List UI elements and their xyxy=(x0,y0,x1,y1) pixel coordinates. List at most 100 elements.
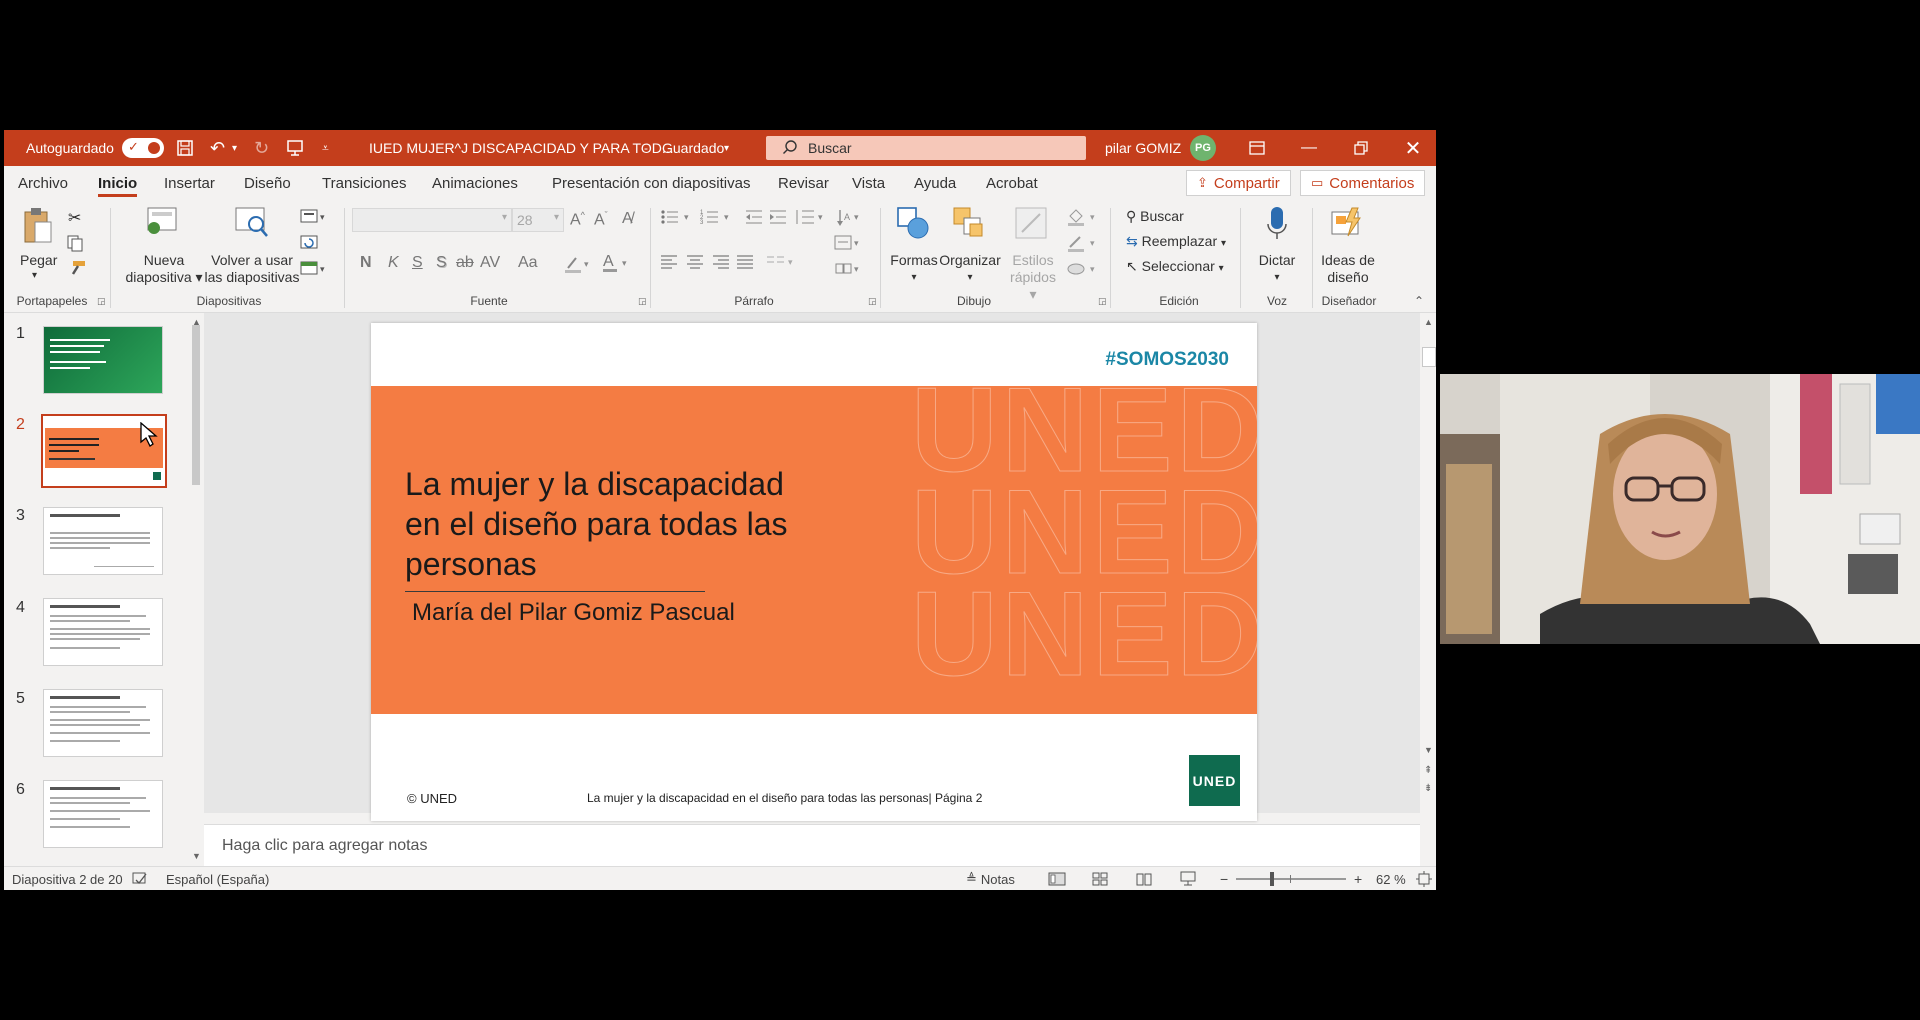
thumbnail-slide-2-selected[interactable] xyxy=(41,414,167,488)
microphone-icon[interactable] xyxy=(1266,206,1288,245)
thumbnails-scrollbar[interactable]: ▲ ▼ xyxy=(188,313,204,866)
thumbnail-slide-3[interactable] xyxy=(43,507,163,575)
strikethrough-button[interactable]: ab xyxy=(456,254,474,272)
font-launcher-icon[interactable]: ◲ xyxy=(638,296,647,307)
font-size-input[interactable]: 28 ▾ xyxy=(512,208,564,232)
tab-ayuda[interactable]: Ayuda xyxy=(914,166,956,200)
columns-icon[interactable]: ▾ xyxy=(766,254,796,273)
customize-toolbar-icon[interactable]: ⩡ xyxy=(322,130,329,166)
shapes-icon[interactable] xyxy=(896,206,930,243)
quick-styles-icon[interactable] xyxy=(1014,206,1048,243)
increase-indent-icon[interactable] xyxy=(768,208,788,229)
italic-button[interactable]: K xyxy=(388,254,399,272)
accessibility-icon[interactable] xyxy=(132,867,148,890)
format-painter-icon[interactable] xyxy=(68,260,86,279)
slide-sorter-icon[interactable] xyxy=(1092,867,1108,890)
shape-fill-icon[interactable]: ▾ xyxy=(1066,208,1100,229)
redo-icon[interactable]: ↻ xyxy=(254,130,269,166)
thumbnail-slide-4[interactable] xyxy=(43,598,163,666)
tab-archivo[interactable]: Archivo xyxy=(18,166,68,200)
thumbnail-slide-1[interactable] xyxy=(43,326,163,394)
smartart-icon[interactable]: ▾ xyxy=(834,260,864,281)
collapse-ribbon-icon[interactable]: ⌃ xyxy=(1414,294,1424,308)
increase-font-icon[interactable]: A^ xyxy=(570,210,585,229)
clipboard-launcher-icon[interactable]: ◲ xyxy=(97,296,106,307)
dictate-button[interactable]: Dictar ▾ xyxy=(1248,252,1306,286)
copy-icon[interactable] xyxy=(66,234,86,255)
spacing-button[interactable]: AV xyxy=(480,254,500,272)
zoom-level[interactable]: 62 % xyxy=(1376,867,1406,890)
language-label[interactable]: Español (España) xyxy=(166,867,269,890)
font-color-icon[interactable]: A ▾ xyxy=(602,252,632,277)
undo-dropdown-icon[interactable]: ▾ xyxy=(232,130,237,166)
tab-insertar[interactable]: Insertar xyxy=(164,166,215,200)
document-title[interactable]: IUED MUJER^J DISCAPACIDAD Y PARA TOD... xyxy=(369,130,674,166)
text-direction-icon[interactable]: A ▾ xyxy=(834,208,864,231)
arrange-button[interactable]: Organizar ▾ xyxy=(936,252,1004,286)
autosave-toggle[interactable]: ✓ xyxy=(122,130,164,166)
decrease-font-icon[interactable]: Aˇ xyxy=(594,210,608,229)
slide-author[interactable]: María del Pilar Gomiz Pascual xyxy=(412,599,735,627)
new-slide-button[interactable]: Nueva diapositiva ▾ xyxy=(114,252,214,286)
bullets-icon[interactable]: ▾ xyxy=(660,208,694,229)
save-icon[interactable] xyxy=(176,130,194,166)
arrange-icon[interactable] xyxy=(952,206,986,243)
zoom-out-icon[interactable]: − xyxy=(1220,867,1228,890)
shape-effects-icon[interactable]: ▾ xyxy=(1066,260,1100,281)
present-icon[interactable] xyxy=(286,130,304,166)
saved-dropdown-icon[interactable]: ▾ xyxy=(724,130,729,166)
user-name[interactable]: pilar GOMIZ xyxy=(1105,130,1181,166)
zoom-in-icon[interactable]: + xyxy=(1354,867,1362,890)
align-left-icon[interactable] xyxy=(660,254,678,273)
cut-icon[interactable]: ✂ xyxy=(68,208,81,228)
find-button[interactable]: ⚲ Buscar xyxy=(1126,208,1184,225)
minimize-icon[interactable]: — xyxy=(1286,130,1332,166)
tab-animaciones[interactable]: Animaciones xyxy=(432,166,518,200)
align-center-icon[interactable] xyxy=(686,254,704,273)
notes-toggle[interactable]: ≜ Notas xyxy=(966,867,1015,890)
align-text-icon[interactable]: ▾ xyxy=(834,234,864,255)
quick-styles-button[interactable]: Estilos rápidos ▾ xyxy=(1006,252,1060,303)
normal-view-icon[interactable] xyxy=(1048,867,1066,890)
restore-icon[interactable] xyxy=(1338,130,1384,166)
shapes-button[interactable]: Formas ▾ xyxy=(886,252,942,286)
slide-scrollbar[interactable]: ▲ ▼ ⇞ ⇟ xyxy=(1420,313,1436,813)
reuse-slides-icon[interactable] xyxy=(234,206,270,241)
shape-outline-icon[interactable]: ▾ xyxy=(1066,234,1100,255)
slideshow-icon[interactable] xyxy=(1180,867,1196,890)
saved-status[interactable]: Guardado xyxy=(662,130,724,166)
shadow-button[interactable]: S xyxy=(436,254,447,272)
bold-button[interactable]: N xyxy=(360,254,372,272)
section-icon[interactable]: ▾ xyxy=(300,260,328,279)
share-button[interactable]: ⇪ Compartir xyxy=(1186,170,1291,196)
align-right-icon[interactable] xyxy=(712,254,730,273)
slide-title[interactable]: La mujer y la discapacidad en el diseño … xyxy=(405,464,825,584)
new-slide-icon[interactable] xyxy=(146,206,180,239)
clear-format-icon[interactable]: A̸ xyxy=(622,210,633,228)
tab-diseno[interactable]: Diseño xyxy=(244,166,291,200)
thumbnail-slide-5[interactable] xyxy=(43,689,163,757)
tab-transiciones[interactable]: Transiciones xyxy=(322,166,406,200)
slide-2[interactable]: #SOMOS2030 UNED UNED UNED La mujer y la … xyxy=(371,323,1257,821)
layout-icon[interactable]: ▾ xyxy=(300,208,328,227)
paragraph-launcher-icon[interactable]: ◲ xyxy=(868,296,877,307)
notes-pane[interactable]: Haga clic para agregar notas xyxy=(204,824,1420,867)
change-case-button[interactable]: Aa xyxy=(518,254,538,272)
numbering-icon[interactable]: 1 2 3 ▾ xyxy=(700,208,734,229)
underline-button[interactable]: S xyxy=(412,254,423,272)
comments-button[interactable]: ▭ Comentarios xyxy=(1300,170,1426,196)
search-box[interactable]: Buscar xyxy=(766,136,1086,160)
justify-icon[interactable] xyxy=(736,254,754,273)
design-ideas-icon[interactable] xyxy=(1330,206,1366,243)
paste-icon[interactable] xyxy=(22,206,54,249)
paste-label[interactable]: Pegar xyxy=(20,252,57,269)
design-ideas-button[interactable]: Ideas de diseño xyxy=(1316,252,1380,286)
drawing-launcher-icon[interactable]: ◲ xyxy=(1098,296,1107,307)
font-name-input[interactable]: ▾ xyxy=(352,208,512,232)
tab-vista[interactable]: Vista xyxy=(852,166,885,200)
tab-revisar[interactable]: Revisar xyxy=(778,166,829,200)
line-spacing-icon[interactable]: ▾ xyxy=(794,208,828,229)
ribbon-display-icon[interactable] xyxy=(1234,130,1280,166)
replace-button[interactable]: ⇆ Reemplazar ▾ xyxy=(1126,233,1226,250)
close-icon[interactable]: ✕ xyxy=(1390,130,1436,166)
